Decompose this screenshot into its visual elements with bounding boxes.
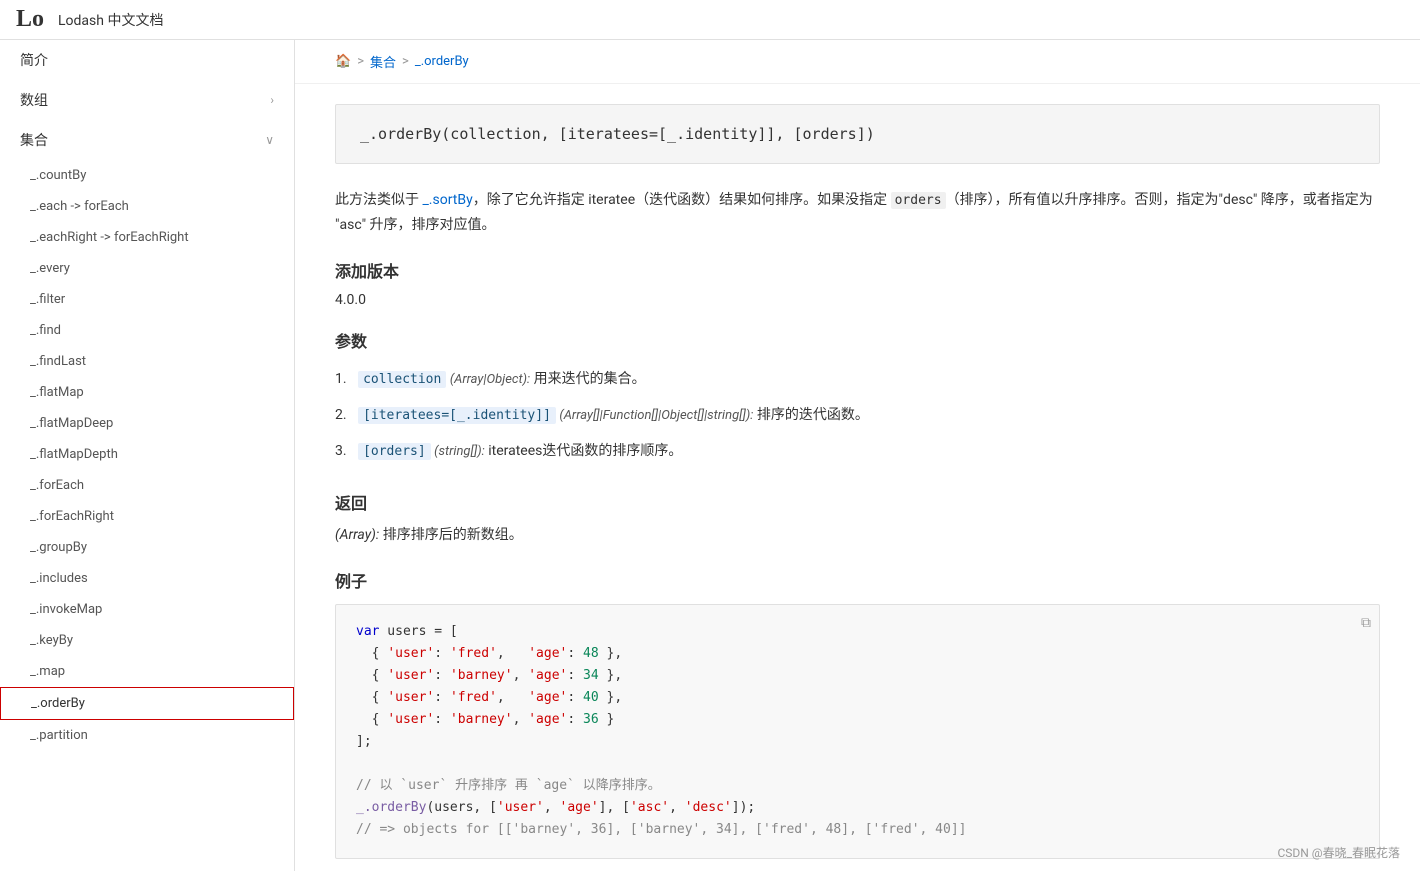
param-name-iteratees: [iteratees=[_.identity]]	[358, 407, 556, 424]
param-item-collection: collection (Array|Object): 用来迭代的集合。	[335, 362, 1380, 398]
param-type-orders: (string[]):	[434, 444, 485, 459]
version-value: 4.0.0	[335, 292, 1380, 308]
sidebar-item-array[interactable]: 数组 ›	[0, 80, 294, 120]
sidebar-item-includes[interactable]: _.includes	[0, 563, 294, 594]
header: Lo Lodash 中文文档	[0, 0, 1420, 40]
sidebar-collection-items: _.countBy _.each -> forEach _.eachRight …	[0, 160, 294, 751]
sidebar-item-countBy[interactable]: _.countBy	[0, 160, 294, 191]
sidebar-section-top: 简介 数组 › 集合 ∨	[0, 40, 294, 160]
breadcrumb-current: _.orderBy	[415, 54, 469, 69]
sidebar-item-partition[interactable]: _.partition	[0, 720, 294, 751]
sidebar-item-find[interactable]: _.find	[0, 315, 294, 346]
sidebar-item-forEach[interactable]: _.forEach	[0, 470, 294, 501]
sidebar: 简介 数组 › 集合 ∨ _.countBy _.each -> forEach…	[0, 40, 295, 871]
params-list: collection (Array|Object): 用来迭代的集合。 [ite…	[335, 362, 1380, 469]
param-desc-collection: 用来迭代的集合。	[534, 371, 646, 387]
breadcrumb-home-icon[interactable]: 🏠	[335, 54, 351, 69]
sidebar-item-collection[interactable]: 集合 ∨	[0, 120, 294, 160]
param-type-iteratees: (Array[]|Function[]|Object[]|string[]):	[559, 408, 753, 423]
returns-value: (Array): 排序排序后的新数组。	[335, 524, 1380, 548]
breadcrumb-parent[interactable]: 集合	[370, 52, 396, 71]
sidebar-item-flatMapDepth[interactable]: _.flatMapDepth	[0, 439, 294, 470]
sidebar-item-array-label: 数组	[20, 90, 48, 110]
breadcrumb: 🏠 > 集合 > _.orderBy	[295, 40, 1420, 84]
breadcrumb-sep2: >	[402, 54, 409, 69]
main-layout: 简介 数组 › 集合 ∨ _.countBy _.each -> forEach…	[0, 40, 1420, 871]
sidebar-item-filter[interactable]: _.filter	[0, 284, 294, 315]
param-desc-iteratees: 排序的迭代函数。	[757, 407, 869, 423]
param-name-orders: [orders]	[358, 443, 431, 460]
sidebar-item-flatMapDeep[interactable]: _.flatMapDeep	[0, 408, 294, 439]
content-area: 🏠 > 集合 > _.orderBy _.orderBy(collection,…	[295, 40, 1420, 871]
version-label: 添加版本	[335, 258, 1380, 282]
orders-code: orders	[891, 192, 946, 209]
sidebar-item-forEachRight[interactable]: _.forEachRight	[0, 501, 294, 532]
sidebar-item-eachRight[interactable]: _.eachRight -> forEachRight	[0, 222, 294, 253]
sortBy-link[interactable]: _.sortBy	[422, 192, 472, 208]
param-name-collection: collection	[358, 371, 446, 388]
sidebar-item-collection-label: 集合	[20, 130, 48, 150]
sidebar-item-every[interactable]: _.every	[0, 253, 294, 284]
chevron-down-icon: ∨	[265, 133, 274, 147]
param-item-orders: [orders] (string[]): iteratees迭代函数的排序顺序。	[335, 434, 1380, 470]
sidebar-item-groupBy[interactable]: _.groupBy	[0, 532, 294, 563]
code-block: ⧉ var users = [ { 'user': 'fred', 'age':…	[335, 604, 1380, 859]
page-body: _.orderBy(collection, [iteratees=[_.iden…	[295, 84, 1420, 871]
example-label: 例子	[335, 568, 1380, 592]
function-signature: _.orderBy(collection, [iteratees=[_.iden…	[335, 104, 1380, 164]
logo-icon: Lo	[16, 6, 44, 33]
chevron-right-icon: ›	[270, 93, 274, 107]
returns-label: 返回	[335, 490, 1380, 514]
sidebar-item-keyBy[interactable]: _.keyBy	[0, 625, 294, 656]
sidebar-item-map[interactable]: _.map	[0, 656, 294, 687]
param-type-collection: (Array|Object):	[450, 372, 530, 387]
sidebar-item-flatMap[interactable]: _.flatMap	[0, 377, 294, 408]
sidebar-item-each[interactable]: _.each -> forEach	[0, 191, 294, 222]
param-desc-orders: iteratees迭代函数的排序顺序。	[488, 443, 682, 459]
sidebar-item-intro[interactable]: 简介	[0, 40, 294, 80]
app-title: Lodash 中文文档	[58, 10, 163, 30]
copy-icon[interactable]: ⧉	[1361, 613, 1371, 637]
sidebar-item-invokeMap[interactable]: _.invokeMap	[0, 594, 294, 625]
sidebar-item-orderBy[interactable]: _.orderBy	[0, 687, 294, 720]
breadcrumb-sep1: >	[357, 54, 364, 69]
sidebar-item-intro-label: 简介	[20, 50, 48, 70]
description: 此方法类似于 _.sortBy，除了它允许指定 iteratee（迭代函数）结果…	[335, 188, 1380, 238]
sidebar-item-findLast[interactable]: _.findLast	[0, 346, 294, 377]
attribution: CSDN @春晓_春眠花落	[1277, 844, 1400, 861]
param-item-iteratees: [iteratees=[_.identity]] (Array[]|Functi…	[335, 398, 1380, 434]
code-content: var users = [ { 'user': 'fred', 'age': 4…	[356, 621, 1359, 842]
params-label: 参数	[335, 328, 1380, 352]
